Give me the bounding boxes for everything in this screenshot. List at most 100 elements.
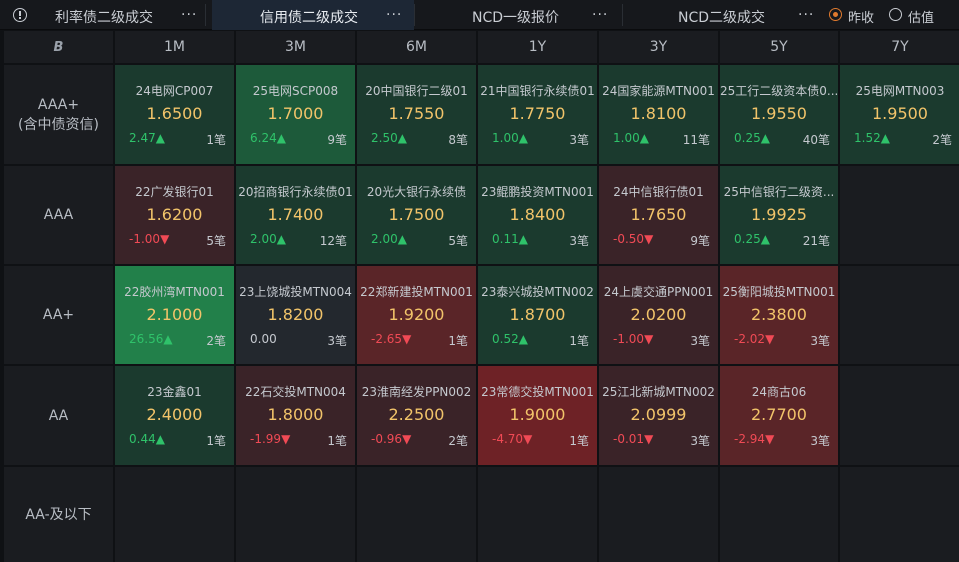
- bond-yield: 1.9550: [751, 104, 807, 123]
- radio-prev-close[interactable]: [829, 8, 842, 21]
- bond-name: 20中国银行二级01: [365, 84, 468, 98]
- column-header-3m[interactable]: 3M: [236, 31, 355, 63]
- tab-bar: 利率债二级成交 ··· 信用债二级成交 ··· NCD一级报价 ··· NCD二…: [0, 0, 959, 30]
- bond-cell[interactable]: 23鲲鹏投资MTN001 1.8400 0.11▲ 3笔: [478, 166, 597, 264]
- trade-count: 3笔: [810, 334, 830, 348]
- tab-label: NCD一级报价: [472, 10, 560, 26]
- radio-label-prev-close[interactable]: 昨收: [848, 7, 874, 26]
- yield-change: -0.96▼: [371, 432, 411, 446]
- bond-cell[interactable]: 20中国银行二级01 1.7550 2.50▲ 8笔: [357, 65, 476, 164]
- bond-cell[interactable]: 25电网MTN003 1.9500 1.52▲ 2笔: [840, 65, 959, 164]
- bond-yield: 1.7400: [267, 205, 324, 224]
- more-icon[interactable]: ···: [181, 8, 197, 22]
- trade-count: 11笔: [682, 133, 710, 147]
- bond-cell[interactable]: 23金鑫01 2.4000 0.44▲ 1笔: [115, 366, 234, 465]
- yield-change: 1.00▲: [613, 131, 649, 145]
- column-header-1m[interactable]: 1M: [115, 31, 234, 63]
- more-icon[interactable]: ···: [798, 8, 814, 22]
- bond-cell[interactable]: 22石交投MTN004 1.8000 -1.99▼ 1笔: [236, 366, 355, 465]
- bond-yield: 1.7750: [509, 104, 566, 123]
- empty-cell: [478, 467, 597, 562]
- yield-change: -1.00▼: [613, 332, 653, 346]
- corner-cell: B: [4, 31, 113, 63]
- bond-cell[interactable]: 20光大银行永续债 1.7500 2.00▲ 5笔: [357, 166, 476, 264]
- trade-count: 1笔: [569, 434, 589, 448]
- yield-change: 26.56▲: [129, 332, 173, 346]
- yield-change: 0.11▲: [492, 232, 528, 246]
- bond-yield: 2.2500: [388, 405, 445, 424]
- empty-cell: [115, 467, 234, 562]
- bond-cell[interactable]: 25电网SCP008 1.7000 6.24▲ 9笔: [236, 65, 355, 164]
- tab-ncd-primary-quote[interactable]: NCD一级报价 ···: [418, 0, 620, 30]
- yield-change: 0.44▲: [129, 432, 165, 446]
- bond-yield: 1.6200: [146, 205, 203, 224]
- trade-count: 1笔: [206, 133, 226, 147]
- bond-name: 25衡阳城投MTN001: [722, 285, 836, 299]
- arrow-up-icon: ▲: [155, 432, 165, 446]
- bond-cell[interactable]: 21中国银行永续债01 1.7750 1.00▲ 3笔: [478, 65, 597, 164]
- bond-cell[interactable]: 24上虞交通PPN001 2.0200 -1.00▼ 3笔: [599, 266, 718, 364]
- empty-cell: [840, 166, 959, 264]
- column-header-1y[interactable]: 1Y: [478, 31, 597, 63]
- arrow-down-icon: ▼: [644, 432, 654, 446]
- bond-yield: 1.7550: [388, 104, 445, 123]
- tab-rate-bond-secondary[interactable]: 利率债二级成交 ···: [0, 0, 205, 30]
- trade-count: 40笔: [802, 133, 830, 147]
- yield-change-value: 1.52: [854, 131, 881, 145]
- yield-change-value: -0.50: [613, 232, 645, 246]
- bond-yield: 1.8200: [267, 305, 324, 324]
- column-header-3y[interactable]: 3Y: [599, 31, 718, 63]
- bond-cell[interactable]: 23常德交投MTN001 1.9000 -4.70▼ 1笔: [478, 366, 597, 465]
- yield-change-value: 26.56: [129, 332, 164, 346]
- bond-name: 25电网MTN003: [855, 84, 945, 98]
- yield-change-value: -1.00: [613, 332, 645, 346]
- bond-yield: 1.9000: [509, 405, 566, 424]
- bond-cell[interactable]: 25江北新城MTN002 2.0999 -0.01▼ 3笔: [599, 366, 718, 465]
- bond-cell[interactable]: 23上饶城投MTN004 1.8200 0.00 3笔: [236, 266, 355, 364]
- yield-change-value: 0.11: [492, 232, 519, 246]
- more-icon[interactable]: ···: [592, 8, 608, 22]
- logo-icon[interactable]: B: [54, 40, 64, 55]
- bond-cell[interactable]: 24商古06 2.7700 -2.94▼ 3笔: [720, 366, 838, 465]
- bond-yield: 2.0200: [630, 305, 687, 324]
- yield-change: 1.52▲: [854, 131, 890, 145]
- arrow-down-icon: ▼: [644, 332, 654, 346]
- row-header-aa: AA: [4, 366, 113, 465]
- radio-valuation[interactable]: [889, 8, 902, 21]
- arrow-up-icon: ▲: [276, 131, 286, 145]
- yield-change: 1.00▲: [492, 131, 528, 145]
- bond-cell[interactable]: 23淮南经发PPN002 2.2500 -0.96▼ 2笔: [357, 366, 476, 465]
- bond-cell[interactable]: 23泰兴城投MTN002 1.8700 0.52▲ 1笔: [478, 266, 597, 364]
- column-header-7y[interactable]: 7Y: [840, 31, 959, 63]
- bond-name: 25江北新城MTN002: [602, 385, 715, 399]
- more-icon[interactable]: ···: [386, 8, 402, 22]
- tab-credit-bond-secondary[interactable]: 信用债二级成交 ···: [212, 0, 414, 30]
- column-header-5y[interactable]: 5Y: [720, 31, 838, 63]
- bond-cell[interactable]: 24中信银行债01 1.7650 -0.50▼ 9笔: [599, 166, 718, 264]
- bond-cell[interactable]: 22胶州湾MTN001 2.1000 26.56▲ 2笔: [115, 266, 234, 364]
- tab-label: 信用债二级成交: [260, 10, 358, 26]
- tab-ncd-secondary[interactable]: NCD二级成交 ···: [625, 0, 820, 30]
- bond-cell[interactable]: 22广发银行01 1.6200 -1.00▼ 5笔: [115, 166, 234, 264]
- bond-cell[interactable]: 20招商银行永续债01 1.7400 2.00▲ 12笔: [236, 166, 355, 264]
- trade-count: 2笔: [206, 334, 226, 348]
- radio-label-valuation[interactable]: 估值: [908, 7, 934, 26]
- bond-cell[interactable]: 24国家能源MTN001 1.8100 1.00▲ 11笔: [599, 65, 718, 164]
- bond-cell[interactable]: 25工行二级资本债0... 1.9550 0.25▲ 40笔: [720, 65, 838, 164]
- bond-name: 22郑新建投MTN001: [360, 285, 473, 299]
- yield-change-value: 1.00: [492, 131, 519, 145]
- arrow-up-icon: ▲: [397, 232, 407, 246]
- yield-change-value: -1.99: [250, 432, 282, 446]
- empty-cell: [840, 366, 959, 465]
- bond-cell[interactable]: 25中信银行二级资... 1.9925 0.25▲ 21笔: [720, 166, 838, 264]
- bond-cell[interactable]: 22郑新建投MTN001 1.9200 -2.65▼ 1笔: [357, 266, 476, 364]
- column-header-6m[interactable]: 6M: [357, 31, 476, 63]
- bond-cell[interactable]: 25衡阳城投MTN001 2.3800 -2.02▼ 3笔: [720, 266, 838, 364]
- bond-name: 23上饶城投MTN004: [239, 285, 352, 299]
- bond-name: 21中国银行永续债01: [480, 84, 595, 98]
- yield-change-value: -0.01: [613, 432, 645, 446]
- bond-cell[interactable]: 24电网CP007 1.6500 2.47▲ 1笔: [115, 65, 234, 164]
- yield-change-value: 0.25: [734, 232, 761, 246]
- trade-count: 3笔: [810, 434, 830, 448]
- tab-label: NCD二级成交: [678, 10, 766, 26]
